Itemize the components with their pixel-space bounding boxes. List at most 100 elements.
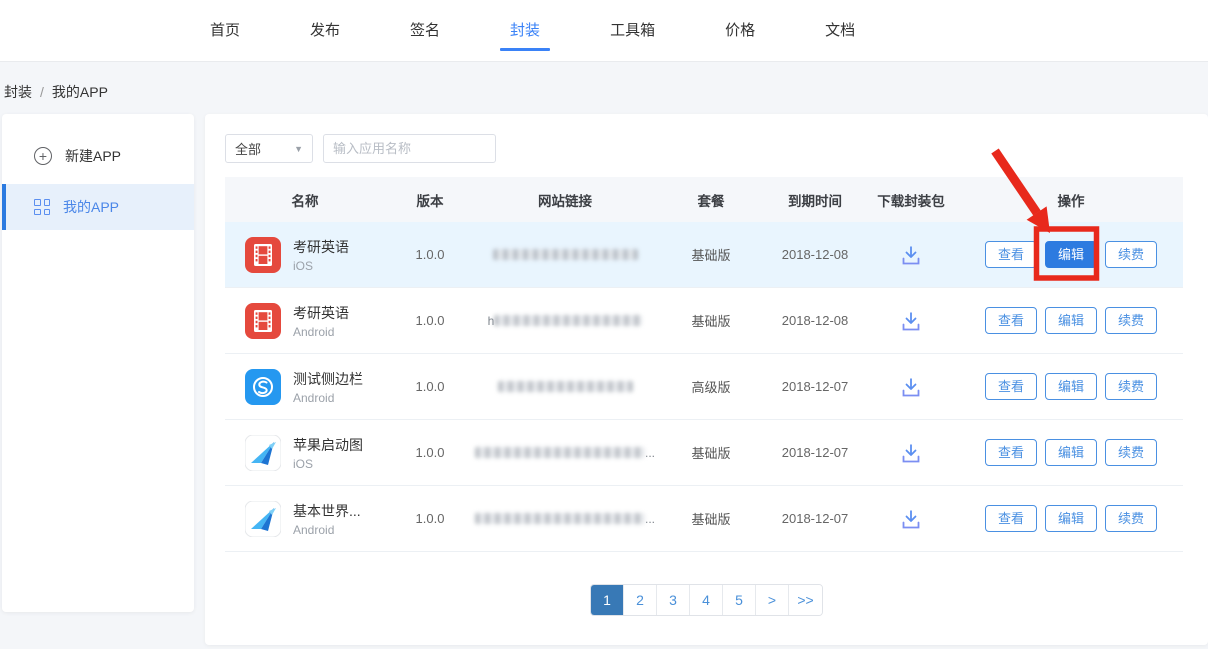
package-tier: 基础版 — [655, 245, 767, 264]
table-row: 苹果启动图 iOS 1.0.0 ... 基础版 2018-12-07 查看 编辑 — [225, 420, 1183, 486]
page-button-2[interactable]: 2 — [624, 585, 657, 615]
col-version: 版本 — [385, 190, 475, 210]
category-dropdown-value: 全部 — [235, 139, 261, 158]
pagination-group: 12345>>> — [590, 584, 823, 616]
col-expire: 到期时间 — [767, 190, 863, 210]
download-icon[interactable] — [899, 243, 923, 267]
url-suffix: ... — [645, 512, 655, 526]
app-name: 考研英语 — [293, 237, 349, 257]
url-blur-strip — [475, 513, 645, 524]
page-button-1[interactable]: 1 — [591, 585, 624, 615]
app-icon — [245, 237, 281, 273]
category-dropdown[interactable]: 全部 ▼ — [225, 134, 313, 163]
nav-item-3[interactable]: 封装 — [500, 11, 550, 51]
url-blur-strip — [498, 381, 633, 392]
url-suffix: ... — [645, 446, 655, 460]
page-button->[interactable]: > — [756, 585, 789, 615]
app-name: 测试侧边栏 — [293, 369, 363, 389]
app-version: 1.0.0 — [385, 511, 475, 526]
table-row: 基本世界... Android 1.0.0 ... 基础版 2018-12-07… — [225, 486, 1183, 552]
app-name: 苹果启动图 — [293, 435, 363, 455]
nav-item-2[interactable]: 签名 — [400, 11, 450, 51]
nav-item-6[interactable]: 文档 — [815, 11, 865, 51]
expire-date: 2018-12-07 — [767, 379, 863, 394]
main-panel: 全部 ▼ 名称 版本 网站链接 套餐 到期时间 下载封装包 操作 — [205, 114, 1208, 645]
edit-button[interactable]: 编辑 — [1045, 241, 1097, 269]
app-table: 名称 版本 网站链接 套餐 到期时间 下载封装包 操作 — [225, 177, 1183, 552]
search-input[interactable] — [333, 141, 509, 156]
download-icon[interactable] — [899, 507, 923, 531]
col-name: 名称 — [225, 190, 385, 210]
edit-button[interactable]: 编辑 — [1045, 505, 1097, 533]
app-platform: Android — [293, 523, 361, 537]
table-header: 名称 版本 网站链接 套餐 到期时间 下载封装包 操作 — [225, 177, 1183, 222]
chevron-down-icon: ▼ — [294, 144, 303, 154]
table-row: 测试侧边栏 Android 1.0.0 高级版 2018-12-07 查看 编辑 — [225, 354, 1183, 420]
col-download: 下载封装包 — [863, 190, 959, 210]
nav-item-5[interactable]: 价格 — [715, 11, 765, 51]
nav-item-4[interactable]: 工具箱 — [600, 11, 665, 51]
view-button[interactable]: 查看 — [985, 373, 1037, 401]
expire-date: 2018-12-08 — [767, 313, 863, 328]
app-icon — [245, 369, 281, 405]
edit-button[interactable]: 编辑 — [1045, 439, 1097, 467]
app-icon — [245, 435, 281, 471]
sidebar-item-label: 新建APP — [65, 146, 121, 166]
table-body: 考研英语 iOS 1.0.0 基础版 2018-12-08 查看 编辑 续费 — [225, 222, 1183, 552]
app-version: 1.0.0 — [385, 379, 475, 394]
breadcrumb-separator: / — [40, 84, 44, 100]
sidebar-item-my-app[interactable]: 我的APP — [2, 184, 194, 230]
masked-url — [475, 249, 655, 260]
view-button[interactable]: 查看 — [985, 505, 1037, 533]
download-icon[interactable] — [899, 375, 923, 399]
package-tier: 基础版 — [655, 311, 767, 330]
view-button[interactable]: 查看 — [985, 439, 1037, 467]
film-icon — [245, 303, 281, 339]
package-tier: 高级版 — [655, 377, 767, 396]
sidebar: + 新建APP 我的APP — [2, 114, 194, 612]
url-blur-strip — [493, 249, 638, 260]
grid-icon — [34, 199, 50, 215]
view-button[interactable]: 查看 — [985, 307, 1037, 335]
sidebar-item-new-app[interactable]: + 新建APP — [2, 128, 194, 184]
app-version: 1.0.0 — [385, 247, 475, 262]
col-actions: 操作 — [959, 190, 1183, 210]
url-prefix: h — [488, 314, 495, 328]
expire-date: 2018-12-07 — [767, 511, 863, 526]
renew-button[interactable]: 续费 — [1105, 505, 1157, 533]
table-row: 考研英语 Android 1.0.0 h 基础版 2018-12-08 查看 编… — [225, 288, 1183, 354]
pagination: 12345>>> — [205, 584, 1208, 616]
edit-button[interactable]: 编辑 — [1045, 307, 1097, 335]
page-button-3[interactable]: 3 — [657, 585, 690, 615]
package-tier: 基础版 — [655, 443, 767, 462]
download-icon[interactable] — [899, 441, 923, 465]
page-button-5[interactable]: 5 — [723, 585, 756, 615]
renew-button[interactable]: 续费 — [1105, 439, 1157, 467]
app-platform: Android — [293, 325, 349, 339]
renew-button[interactable]: 续费 — [1105, 307, 1157, 335]
renew-button[interactable]: 续费 — [1105, 241, 1157, 269]
download-icon[interactable] — [899, 309, 923, 333]
view-button[interactable]: 查看 — [985, 241, 1037, 269]
masked-url: h — [475, 314, 655, 328]
app-icon — [245, 303, 281, 339]
page-button-4[interactable]: 4 — [690, 585, 723, 615]
app-platform: iOS — [293, 259, 349, 273]
nav-item-0[interactable]: 首页 — [200, 11, 250, 51]
page-button->>[interactable]: >> — [789, 585, 822, 615]
s-logo-icon — [245, 369, 281, 405]
breadcrumb-current: 我的APP — [52, 82, 108, 102]
renew-button[interactable]: 续费 — [1105, 373, 1157, 401]
app-platform: Android — [293, 391, 363, 405]
masked-url: ... — [475, 512, 655, 526]
search-box — [323, 134, 496, 163]
expire-date: 2018-12-07 — [767, 445, 863, 460]
film-icon — [245, 237, 281, 273]
breadcrumb: 封装 / 我的APP — [4, 82, 108, 102]
edit-button[interactable]: 编辑 — [1045, 373, 1097, 401]
breadcrumb-first[interactable]: 封装 — [4, 82, 32, 102]
table-row: 考研英语 iOS 1.0.0 基础版 2018-12-08 查看 编辑 续费 — [225, 222, 1183, 288]
app-name: 考研英语 — [293, 303, 349, 323]
nav-item-1[interactable]: 发布 — [300, 11, 350, 51]
app-name: 基本世界... — [293, 501, 361, 521]
